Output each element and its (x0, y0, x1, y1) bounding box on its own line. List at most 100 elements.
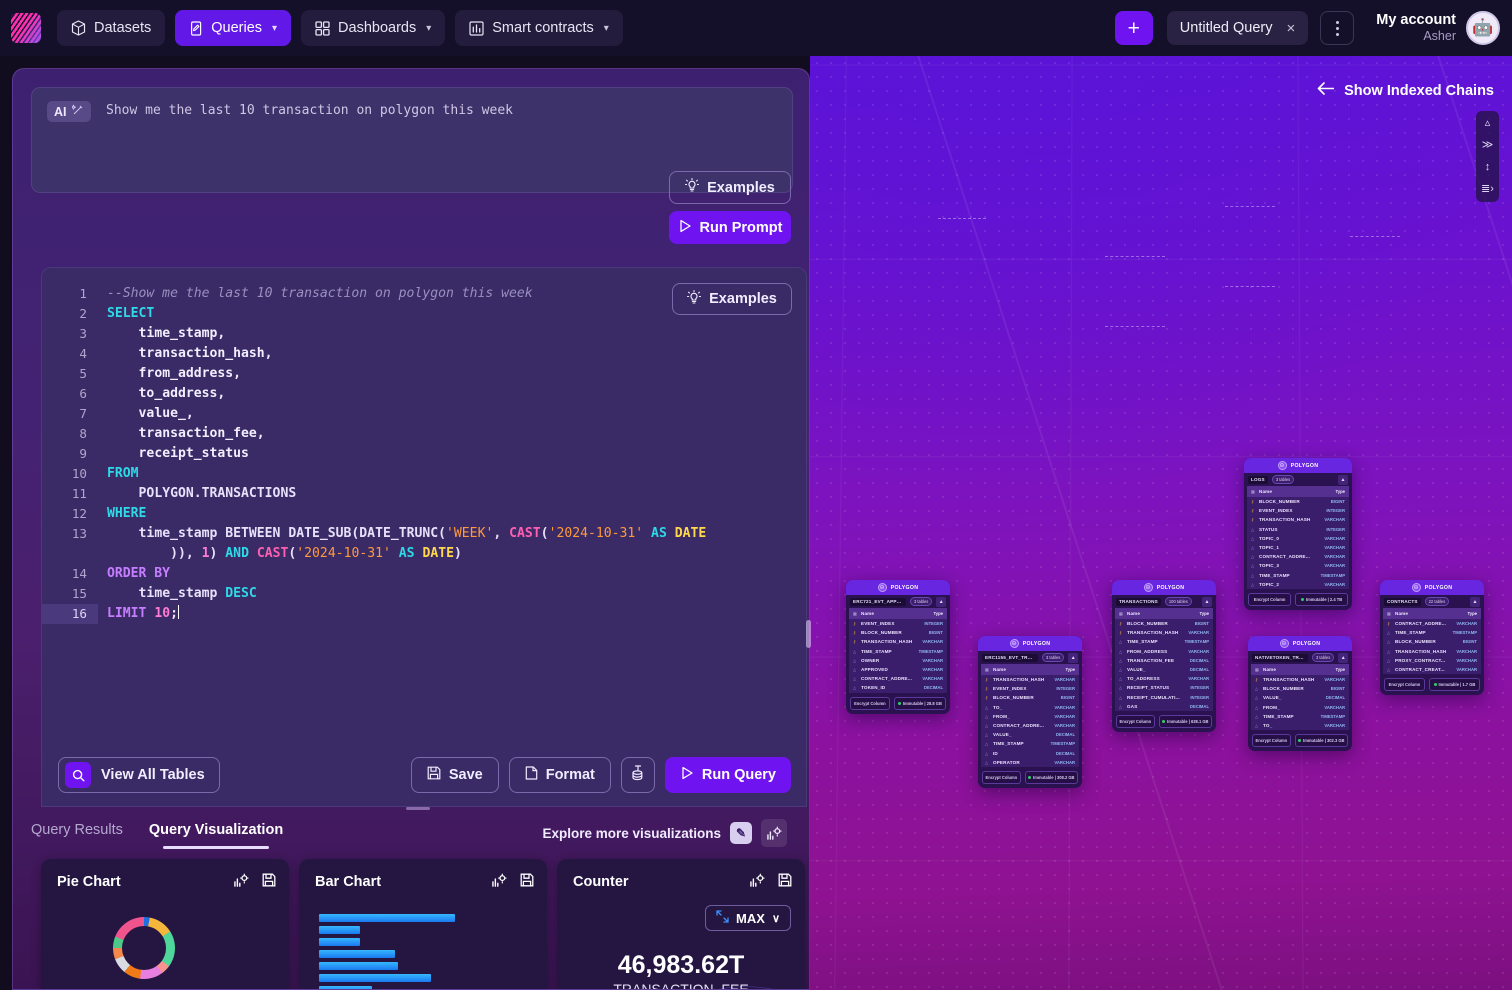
new-query-button[interactable]: + (1115, 11, 1153, 45)
schema-column-name: TOPIC_3 (1259, 563, 1321, 568)
edit-icon[interactable]: ✎ (730, 822, 752, 844)
floppy-icon[interactable] (520, 873, 534, 890)
encrypt-column-button[interactable]: Encrypt Column (1248, 593, 1291, 606)
explore-visualizations[interactable]: Explore more visualizations ✎ (542, 819, 787, 847)
schema-table-card[interactable]: ☉POLYGONNATIVETOKEN_TRANSF...3 tables▲▦N… (1248, 636, 1352, 751)
schema-connector (1350, 236, 1400, 237)
lightbulb-icon (685, 178, 699, 197)
encrypt-column-button[interactable]: Encrypt Column (1384, 678, 1425, 691)
format-button[interactable]: Format (509, 757, 611, 793)
panel-resize-handle[interactable] (406, 807, 430, 810)
view-all-tables-button[interactable]: View All Tables (58, 757, 220, 793)
code-line-text: receipt_status (98, 444, 806, 464)
code-line[interactable]: 12WHERE (42, 504, 806, 524)
align-right-icon[interactable]: ≣› (1481, 184, 1494, 195)
schema-table-footer: Encrypt ColumnImmutable | 638.1 GB (1112, 711, 1216, 732)
code-line[interactable]: 14ORDER BY (42, 564, 806, 584)
run-query-button[interactable]: Run Query (665, 757, 791, 793)
schema-column-type: INTEGER (1190, 685, 1209, 690)
column-icon: △ (1251, 554, 1256, 559)
save-button[interactable]: Save (411, 757, 499, 793)
schema-table-footer: Encrypt ColumnImmutable | 308.2 GB (978, 767, 1082, 788)
schema-column-name: TRANSACTION_HASH (861, 639, 919, 644)
chart-settings-icon[interactable] (750, 873, 765, 890)
schema-column-name: TO_ (993, 705, 1051, 710)
code-line[interactable]: 3 time_stamp, (42, 324, 806, 344)
code-line[interactable]: 6 to_address, (42, 384, 806, 404)
key-icon: ⚷ (1119, 621, 1124, 626)
code-line[interactable]: 9 receipt_status (42, 444, 806, 464)
database-key-button[interactable] (621, 757, 655, 793)
code-line[interactable]: 16LIMIT 10; (42, 604, 806, 624)
schema-table-card[interactable]: ☉POLYGONERC1155_EVT_TRANSFER3 tables▲▦Na… (978, 636, 1082, 788)
show-indexed-chains-button[interactable]: Show Indexed Chains (1317, 82, 1494, 99)
app-logo[interactable] (11, 13, 41, 43)
close-icon[interactable]: × (1286, 20, 1295, 37)
floppy-icon[interactable] (778, 873, 792, 890)
card-pie-chart[interactable]: Pie Chart (41, 859, 289, 990)
schema-column-type: VARCHAR (1456, 658, 1477, 663)
code-line[interactable]: 7 value_, (42, 404, 806, 424)
code-line-text: transaction_fee, (98, 424, 806, 444)
collapse-table-icon[interactable]: ▲ (936, 597, 946, 607)
schema-table-card[interactable]: ☉POLYGONERC721_EVT_APPROVAL3 tables▲▦Nam… (846, 580, 950, 714)
encrypt-column-button[interactable]: Encrypt Column (1252, 734, 1291, 747)
schema-column-type: VARCHAR (1054, 714, 1075, 719)
code-line[interactable]: 5 from_address, (42, 364, 806, 384)
collapse-table-icon[interactable]: ▲ (1470, 597, 1480, 607)
chain-icon: ☉ (1278, 461, 1287, 470)
ai-prompt-text[interactable]: Show me the last 10 transaction on polyg… (106, 103, 632, 118)
schema-column-type: TIMESTAMP (1453, 630, 1477, 635)
nav-datasets[interactable]: Datasets (57, 10, 165, 46)
editor-scroll-handle[interactable] (806, 620, 811, 648)
nav-queries[interactable]: Queries ▾ (175, 10, 291, 46)
run-prompt-button[interactable]: Run Prompt (669, 211, 791, 244)
sql-editor[interactable]: Examples 1--Show me the last 10 transact… (41, 267, 807, 807)
editor-examples-button[interactable]: Examples (672, 283, 792, 315)
account-info[interactable]: My account Asher (1376, 12, 1456, 44)
encrypt-column-button[interactable]: Encrypt Column (982, 771, 1021, 784)
floppy-icon[interactable] (262, 873, 276, 890)
tab-query-visualization[interactable]: Query Visualization (149, 822, 283, 846)
nav-smart-contracts[interactable]: Smart contracts ▾ (455, 10, 623, 46)
tab-query-results[interactable]: Query Results (31, 822, 123, 846)
encrypt-column-button[interactable]: Encrypt Column (1116, 715, 1155, 728)
code-line-text: transaction_hash, (98, 344, 806, 364)
chart-settings-icon[interactable] (234, 873, 249, 890)
play-icon (680, 766, 694, 784)
code-line[interactable]: 13 time_stamp BETWEEN DATE_SUB(DATE_TRUN… (42, 524, 806, 564)
chevron-collapse-icon[interactable]: ≫ (1482, 140, 1494, 151)
code-line[interactable]: 4 transaction_hash, (42, 344, 806, 364)
more-options-button[interactable] (1320, 11, 1354, 45)
collapse-table-icon[interactable]: ▲ (1338, 475, 1348, 485)
schema-canvas[interactable]: Show Indexed Chains ▵ ≫ ↕ ≣› ☉POLYGONERC… (810, 56, 1512, 990)
chevron-up-icon[interactable]: ▵ (1485, 118, 1491, 129)
schema-table-card[interactable]: ☉POLYGONLOGS3 tables▲▦NameType⚷BLOCK_NUM… (1244, 458, 1352, 610)
code-line[interactable]: 8 transaction_fee, (42, 424, 806, 444)
canvas-toolbar[interactable]: ▵ ≫ ↕ ≣› (1476, 111, 1499, 202)
collapse-table-icon[interactable]: ▲ (1202, 597, 1212, 607)
chart-settings-icon[interactable] (761, 819, 787, 847)
code-line[interactable]: 15 time_stamp DESC (42, 584, 806, 604)
schema-table-card[interactable]: ☉POLYGONCONTRACTS22 tables▲▦NameType⚷CON… (1380, 580, 1484, 695)
app-root: Show Indexed Chains ▵ ≫ ↕ ≣› ☉POLYGONERC… (0, 0, 1512, 990)
prompt-examples-button[interactable]: Examples (669, 171, 791, 204)
schema-table-card[interactable]: ☉POLYGONTRANSACTIONS100 tables▲▦NameType… (1112, 580, 1216, 732)
collapse-table-icon[interactable]: ▲ (1338, 653, 1348, 663)
code-line[interactable]: 11 POLYGON.TRANSACTIONS (42, 484, 806, 504)
chevron-expand-icon[interactable]: ↕ (1485, 162, 1491, 173)
key-icon: ⚷ (985, 686, 990, 691)
query-tab[interactable]: Untitled Query × (1167, 11, 1308, 45)
encrypt-column-button[interactable]: Encrypt Column (850, 697, 890, 710)
nav-dashboards[interactable]: Dashboards ▾ (301, 10, 445, 46)
chart-settings-icon[interactable] (492, 873, 507, 890)
card-bar-chart[interactable]: Bar Chart (299, 859, 547, 990)
chain-icon: ☉ (1144, 583, 1153, 592)
sql-code[interactable]: 1--Show me the last 10 transaction on po… (42, 284, 806, 624)
card-counter[interactable]: Counter MAX ∨ 46,983.62T (557, 859, 805, 990)
collapse-table-icon[interactable]: ▲ (1068, 653, 1078, 663)
avatar[interactable]: 🤖 (1466, 11, 1500, 45)
counter-aggregation-select[interactable]: MAX ∨ (705, 905, 791, 931)
code-line[interactable]: 10FROM (42, 464, 806, 484)
schema-table-subheader: NATIVETOKEN_TRANSF...3 tables▲ (1248, 651, 1352, 664)
